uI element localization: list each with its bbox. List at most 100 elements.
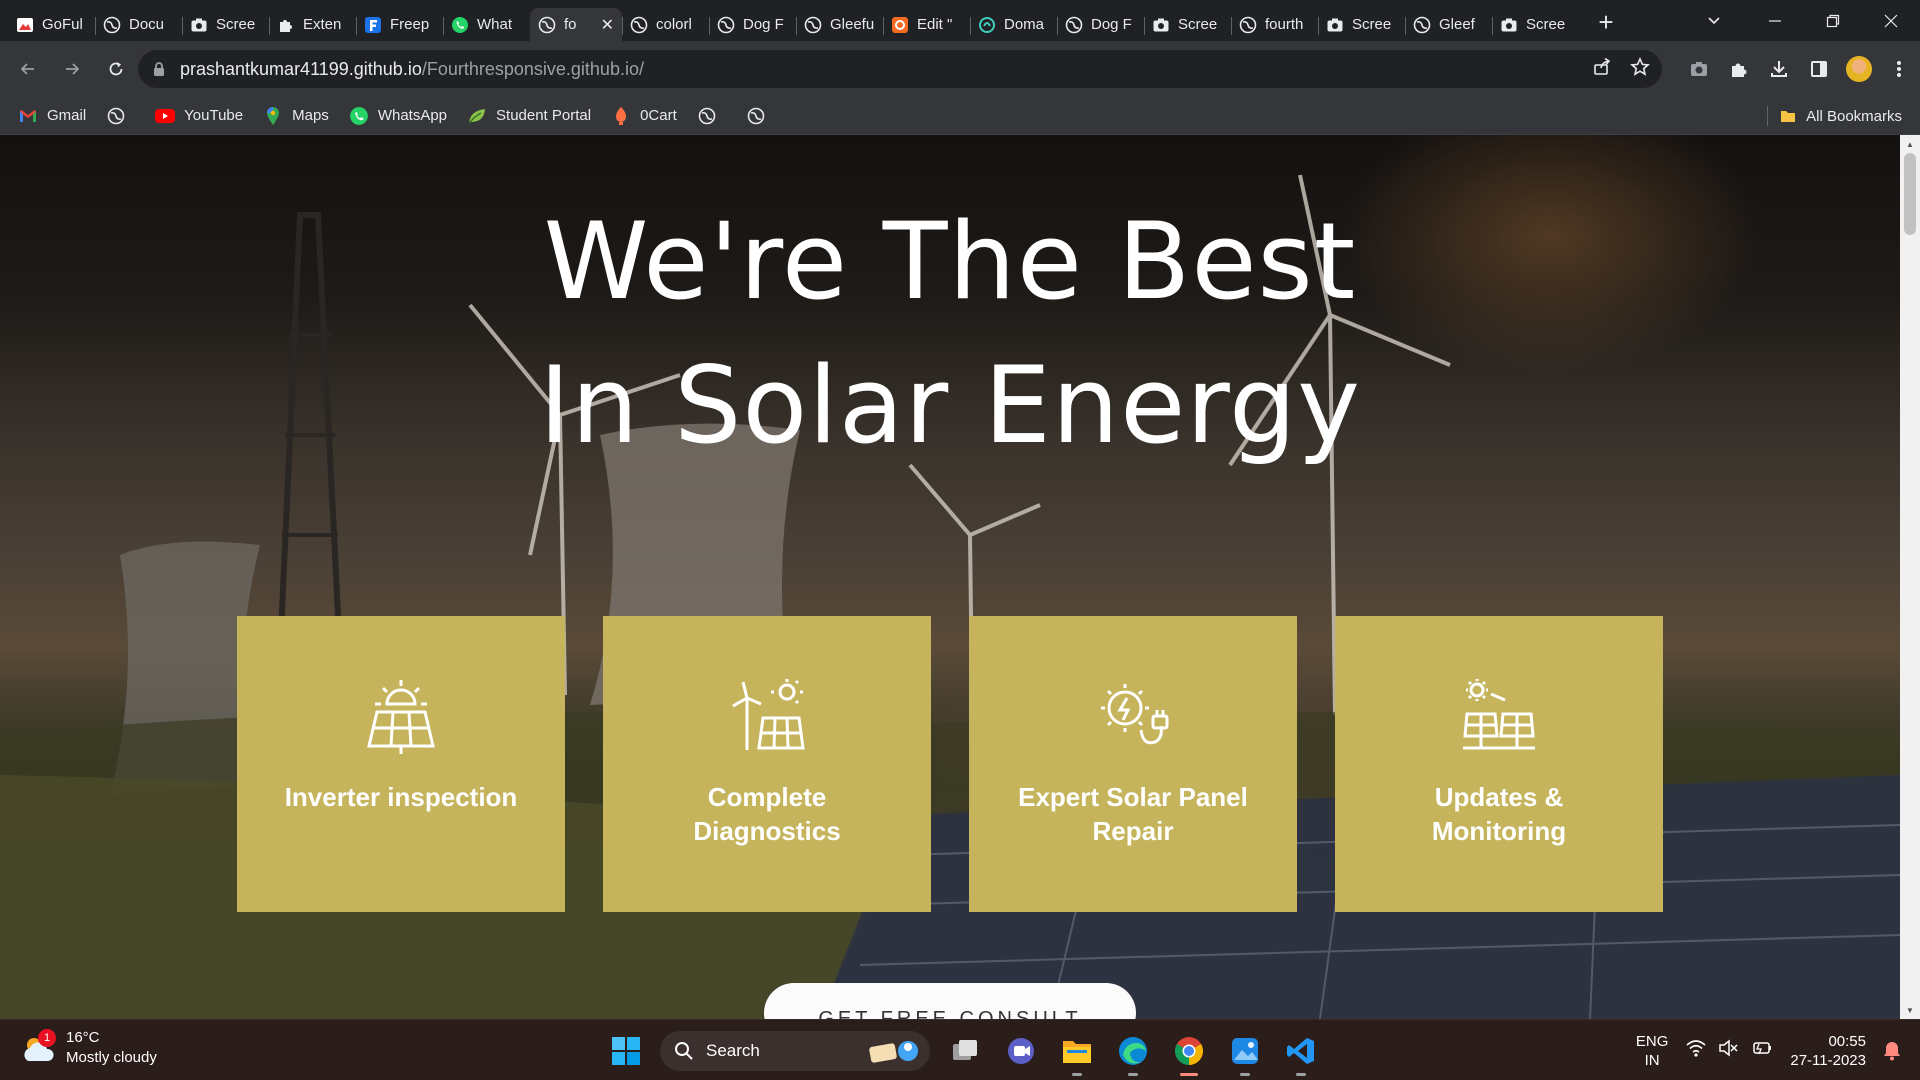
tab-extensions[interactable]: Exten: [269, 8, 356, 41]
side-panel-icon[interactable]: [1806, 56, 1832, 82]
file-explorer-icon[interactable]: [1056, 1030, 1098, 1076]
globe-icon: [697, 106, 717, 126]
tab-title: Dog F: [1091, 16, 1132, 33]
windows-start-icon[interactable]: [606, 1031, 646, 1071]
clock[interactable]: 00:55 27-11-2023: [1790, 1032, 1866, 1070]
bookmark-whatsapp[interactable]: WhatsApp: [349, 106, 447, 126]
service-card-diagnostics[interactable]: Complete Diagnostics: [603, 616, 931, 912]
all-bookmarks-button[interactable]: All Bookmarks: [1767, 97, 1902, 135]
solar-array-icon: [1459, 676, 1539, 756]
tab-search-chevron-icon[interactable]: [1698, 6, 1730, 34]
forward-button[interactable]: [52, 49, 92, 89]
system-icons[interactable]: [1686, 1039, 1772, 1062]
tab-screenshot-4[interactable]: Scree: [1492, 8, 1579, 41]
bookmark-globe-2[interactable]: [697, 106, 726, 126]
tab-gleeful-1[interactable]: Gleefu: [796, 8, 883, 41]
tab-screenshot-2[interactable]: Scree: [1144, 8, 1231, 41]
taskbar-search-box[interactable]: Search: [660, 1031, 930, 1071]
tab-dog-1[interactable]: Dog F: [709, 8, 796, 41]
close-icon[interactable]: ✕: [601, 15, 614, 35]
tab-screenshot-3[interactable]: Scree: [1318, 8, 1405, 41]
kebab-menu-icon[interactable]: [1886, 56, 1912, 82]
tab-title: Gleef: [1439, 16, 1475, 33]
url-path: /Fourthresponsive.github.io/: [421, 58, 644, 79]
camera-icon: [1326, 16, 1344, 34]
scroll-down-arrow-icon[interactable]: ▼: [1900, 1001, 1920, 1019]
tab-freepik[interactable]: Freep: [356, 8, 443, 41]
bookmark-maps[interactable]: Maps: [263, 106, 329, 126]
tab-title: Scree: [216, 16, 256, 33]
restore-button[interactable]: [1804, 0, 1862, 41]
search-highlight-icon: [869, 1041, 918, 1063]
bookmark-globe-1[interactable]: [106, 106, 135, 126]
new-tab-button[interactable]: +: [1589, 6, 1623, 40]
minimize-button[interactable]: [1746, 0, 1804, 41]
scroll-thumb[interactable]: [1904, 153, 1916, 235]
close-window-button[interactable]: [1862, 0, 1920, 41]
scroll-up-arrow-icon[interactable]: ▲: [1900, 135, 1920, 153]
bookmark-label: WhatsApp: [377, 107, 448, 124]
edge-browser-icon[interactable]: [1112, 1030, 1154, 1076]
bookmark-label: Student Portal: [496, 107, 592, 124]
energy-plug-icon: [1093, 676, 1173, 756]
lock-icon[interactable]: [152, 61, 166, 77]
tab-docu[interactable]: Docu: [95, 8, 182, 41]
solar-panel-sun-icon: [361, 676, 441, 756]
service-card-monitoring[interactable]: Updates & Monitoring: [1335, 616, 1663, 912]
running-indicator: [1180, 1073, 1198, 1076]
tab-whatsapp[interactable]: What: [443, 8, 530, 41]
task-view-icon[interactable]: [944, 1030, 986, 1072]
service-card-inverter[interactable]: Inverter inspection: [237, 616, 565, 912]
hero-line-1: We're The Best: [543, 200, 1357, 323]
tab-domain[interactable]: Doma: [970, 8, 1057, 41]
bookmark-student-portal[interactable]: Student Portal: [467, 106, 591, 126]
tab-title: Scree: [1526, 16, 1566, 33]
globe-icon: [106, 106, 126, 126]
get-free-consult-button[interactable]: GET FREE CONSULT: [764, 983, 1136, 1019]
taskbar-apps: Search: [606, 1030, 1322, 1076]
extensions-puzzle-icon[interactable]: [1726, 56, 1752, 82]
weather-widget[interactable]: 1 16°C Mostly cloudy: [20, 1028, 157, 1068]
tab-fourth-active[interactable]: fo ✕: [530, 8, 622, 41]
globe-icon: [804, 16, 822, 34]
card-title: Updates & Monitoring: [1431, 782, 1567, 846]
star-icon[interactable]: [1630, 56, 1650, 82]
tab-dog-2[interactable]: Dog F: [1057, 8, 1144, 41]
bookmark-0cart[interactable]: 0Cart: [611, 106, 677, 126]
globe-icon: [746, 106, 766, 126]
url-host: prashantkumar41199.github.io: [180, 58, 422, 79]
camera-icon[interactable]: [1686, 56, 1712, 82]
address-bar[interactable]: prashantkumar41199.github.io/Fourthrespo…: [138, 50, 1662, 88]
bookmark-globe-3[interactable]: [746, 106, 775, 126]
notification-bell-icon[interactable]: [1880, 1039, 1904, 1063]
page-scrollbar[interactable]: ▲ ▼: [1900, 135, 1920, 1019]
puzzle-icon: [277, 16, 295, 34]
bookmark-youtube[interactable]: YouTube: [155, 106, 243, 126]
chrome-browser-icon[interactable]: [1168, 1030, 1210, 1076]
download-icon[interactable]: [1766, 56, 1792, 82]
reload-button[interactable]: [96, 49, 136, 89]
tab-edit[interactable]: Edit ": [883, 8, 970, 41]
tab-title: Gleefu: [830, 16, 875, 33]
share-icon[interactable]: [1592, 57, 1612, 82]
teams-chat-icon[interactable]: [1000, 1030, 1042, 1072]
service-cards: Inverter inspection Complete Diagnostics: [237, 616, 1663, 912]
vscode-icon[interactable]: [1280, 1030, 1322, 1076]
back-button[interactable]: [8, 49, 48, 89]
language-indicator[interactable]: ENG IN: [1636, 1032, 1669, 1070]
freepik-icon: [364, 16, 382, 34]
tab-screenshot-1[interactable]: Scree: [182, 8, 269, 41]
profile-avatar[interactable]: [1846, 56, 1872, 82]
tab-gleeful-2[interactable]: Gleef: [1405, 8, 1492, 41]
bookmarks-bar: Gmail YouTube Maps WhatsApp Student Port…: [0, 97, 1920, 135]
service-card-repair[interactable]: Expert Solar Panel Repair: [969, 616, 1297, 912]
cloudy-weather-icon: 1: [20, 1029, 56, 1065]
tab-gofull[interactable]: GoFul: [8, 8, 95, 41]
running-indicator: [1072, 1073, 1082, 1076]
tab-title: Scree: [1178, 16, 1218, 33]
tab-fourth[interactable]: fourth: [1231, 8, 1318, 41]
tab-colorl[interactable]: colorl: [622, 8, 709, 41]
bookmark-gmail[interactable]: Gmail: [18, 106, 86, 126]
photos-app-icon[interactable]: [1224, 1030, 1266, 1076]
battery-icon: [1750, 1039, 1772, 1062]
